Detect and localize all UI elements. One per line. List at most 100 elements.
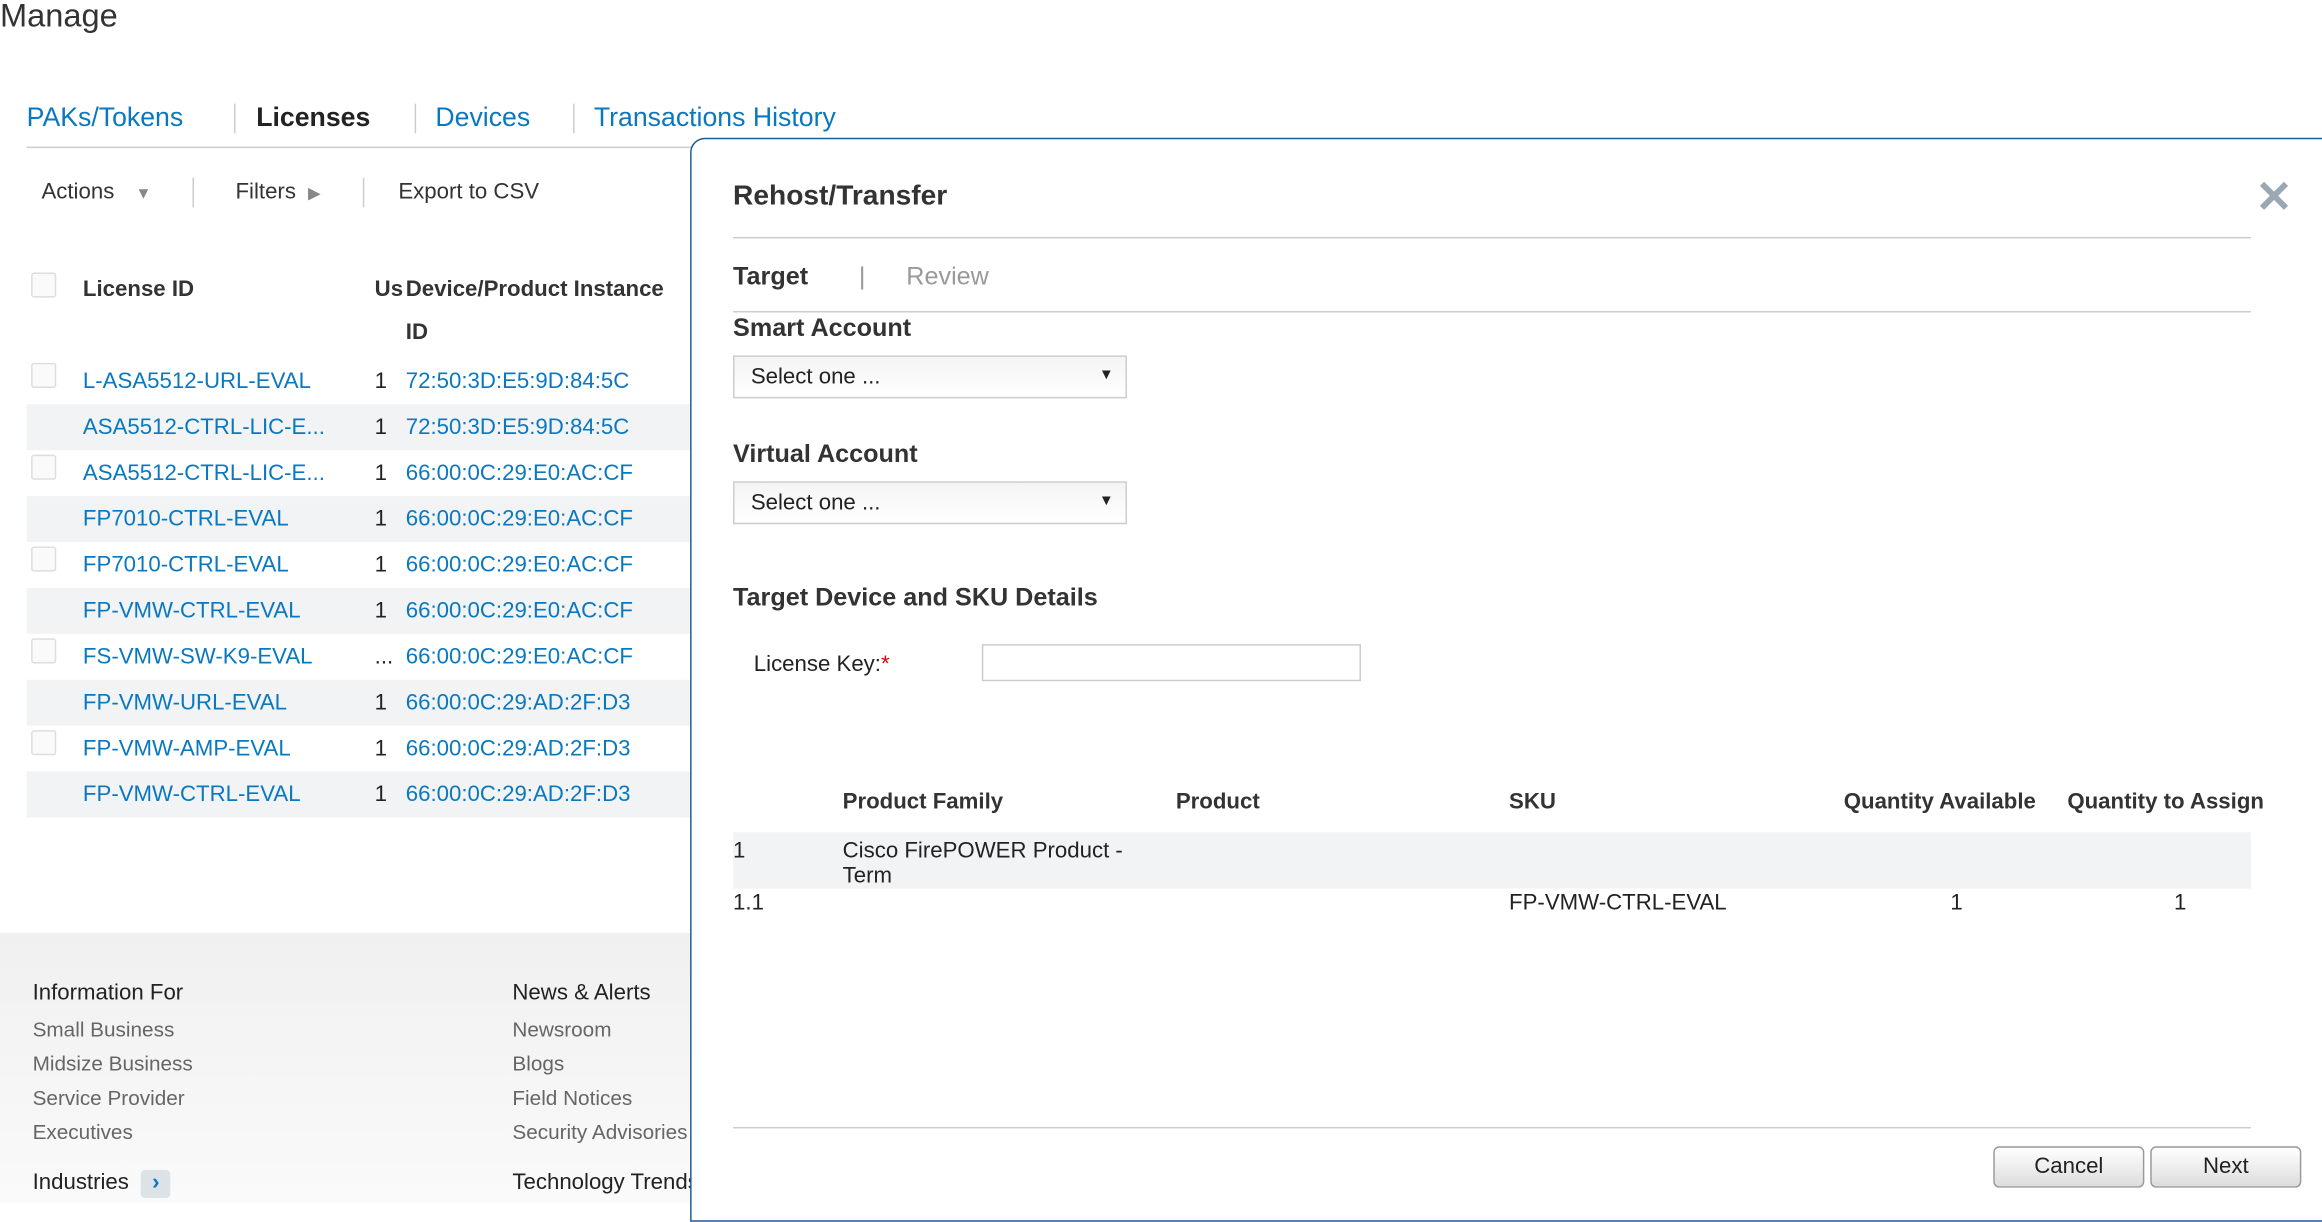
divider <box>192 177 194 208</box>
tab-licenses[interactable]: Licenses <box>256 102 370 133</box>
label-text: License Key: <box>753 651 881 677</box>
divider <box>733 310 2251 313</box>
dialog-title: Rehost/Transfer <box>733 180 948 212</box>
column-quantity-to-assign: Quantity to Assign <box>2067 789 2264 815</box>
table-row: FP-VMW-AMP-EVAL 1 66:00:0C:29:AD:2F:D3 <box>27 726 693 772</box>
footer-link[interactable]: Field Notices <box>512 1085 632 1109</box>
footer-link[interactable]: Blogs <box>512 1051 564 1075</box>
table-row: FP-VMW-CTRL-EVAL 1 66:00:0C:29:AD:2F:D3 <box>26 771 694 818</box>
device-id-link[interactable]: 66:00:0C:29:E0:AC:CF <box>406 506 633 531</box>
device-id-link[interactable]: 66:00:0C:29:AD:2F:D3 <box>406 782 631 807</box>
table-row: ASA5512-CTRL-LIC-E... 1 72:50:3D:E5:9D:84:… <box>26 404 694 451</box>
select-value: Select one ... <box>750 364 881 390</box>
device-id-link[interactable]: 66:00:0C:29:E0:AC:CF <box>406 461 633 486</box>
industries-label: Industries <box>32 1169 129 1196</box>
footer-link[interactable]: Small Business <box>33 1017 175 1041</box>
device-id-link[interactable]: 66:00:0C:29:AD:2F:D3 <box>406 690 631 715</box>
tab-paks-tokens[interactable]: PAKs/Tokens <box>27 102 184 133</box>
device-id-link[interactable]: 66:00:0C:29:E0:AC:CF <box>406 644 633 669</box>
usage-count: 1 <box>374 368 388 394</box>
usage-count: 1 <box>374 552 388 578</box>
table-row: FP7010-CTRL-EVAL 1 66:00:0C:29:E0:AC:CF <box>26 496 694 543</box>
device-id-link[interactable]: 66:00:0C:29:E0:AC:CF <box>406 598 633 623</box>
device-id-link[interactable]: 72:50:3D:E5:9D:84:5C <box>406 415 630 440</box>
column-quantity-available: Quantity Available <box>1843 789 2036 815</box>
device-id-link[interactable]: 72:50:3D:E5:9D:84:5C <box>406 369 630 394</box>
license-id-link[interactable]: FP-VMW-CTRL-EVAL <box>83 782 301 807</box>
license-id-link[interactable]: FP7010-CTRL-EVAL <box>83 552 289 577</box>
license-id-link[interactable]: ASA5512-CTRL-LIC-E... <box>83 461 325 486</box>
step-review[interactable]: Review <box>906 262 989 292</box>
license-id-link[interactable]: FP-VMW-CTRL-EVAL <box>83 598 301 623</box>
virtual-account-select[interactable]: Select one ... ▼ <box>733 481 1127 525</box>
step-target[interactable]: Target <box>733 262 808 292</box>
rehost-transfer-dialog: Rehost/Transfer ✕ Target | Review Smart … <box>690 137 2322 1222</box>
virtual-account-label: Virtual Account <box>733 439 918 468</box>
select-all-checkbox[interactable] <box>31 272 57 298</box>
footer-technology-trends[interactable]: Technology Trends <box>512 1170 698 1195</box>
usage-count: 1 <box>374 736 388 762</box>
column-product-family: Product Family <box>842 789 1004 815</box>
footer: Information For Small Business Midsize B… <box>0 932 699 1203</box>
license-id-link[interactable]: L-ASA5512-URL-EVAL <box>83 369 311 394</box>
license-id-link[interactable]: ASA5512-CTRL-LIC-E... <box>83 415 325 440</box>
divider <box>362 177 365 208</box>
sku: FP-VMW-CTRL-EVAL <box>1509 890 1727 916</box>
license-key-label: License Key:* <box>754 652 890 677</box>
table-row: FS-VMW-SW-K9-EVAL... 66:00:0C:29:E0:AC:CF <box>27 634 693 680</box>
footer-link[interactable]: Security Advisories <box>512 1120 687 1144</box>
footer-heading: Information For <box>32 980 184 1006</box>
table-row: FP7010-CTRL-EVAL 1 66:00:0C:29:E0:AC:CF <box>27 542 693 588</box>
footer-link[interactable]: Service Provider <box>33 1085 185 1109</box>
license-id-link[interactable]: FP7010-CTRL-EVAL <box>83 506 289 531</box>
tab-devices[interactable]: Devices <box>435 102 530 133</box>
table-row: 1 Cisco FirePOWER Product - Term <box>733 832 2251 889</box>
license-id-link[interactable]: FS-VMW-SW-K9-EVAL <box>83 644 313 669</box>
quantity-available: 1 <box>1950 890 1963 916</box>
export-csv-button[interactable]: Export to CSV <box>398 179 539 204</box>
column-license-id[interactable]: License ID <box>83 277 194 302</box>
usage-count: 1 <box>374 690 388 716</box>
close-icon[interactable]: ✕ <box>2255 172 2292 224</box>
tab-divider <box>26 146 708 149</box>
device-id-link[interactable]: 66:00:0C:29:E0:AC:CF <box>406 552 633 577</box>
usage-count: ... <box>374 644 394 670</box>
next-button[interactable]: Next <box>2150 1146 2302 1188</box>
quantity-to-assign: 1 <box>2173 890 2187 916</box>
divider <box>733 1126 2251 1129</box>
column-product: Product <box>1175 789 1260 815</box>
column-device[interactable]: Device/Product Instance <box>406 277 664 302</box>
actions-menu[interactable]: Actions ▼ <box>41 179 151 204</box>
chevron-right-icon: › <box>141 1169 171 1199</box>
table-row: L-ASA5512-URL-EVAL 1 72:50:3D:E5:9D:84:5C <box>27 358 693 404</box>
divider <box>573 103 575 134</box>
column-us[interactable]: Us <box>375 277 403 302</box>
filters-toggle[interactable]: Filters ▶ <box>235 179 320 204</box>
divider <box>233 103 236 134</box>
row-number: 1.1 <box>733 890 764 916</box>
license-id-link[interactable]: FP-VMW-URL-EVAL <box>83 690 287 715</box>
smart-account-select[interactable]: Select one ... ▼ <box>733 355 1127 399</box>
usage-count: 1 <box>374 598 388 624</box>
device-id-link[interactable]: 66:00:0C:29:AD:2F:D3 <box>406 736 631 761</box>
footer-link[interactable]: Executives <box>33 1120 133 1144</box>
divider <box>414 103 417 134</box>
license-id-link[interactable]: FP-VMW-AMP-EVAL <box>83 736 291 761</box>
smart-account-label: Smart Account <box>733 313 912 343</box>
footer-link[interactable]: Midsize Business <box>33 1051 193 1075</box>
dropdown-arrow-icon: ▼ <box>1098 367 1114 384</box>
footer-link[interactable]: Newsroom <box>512 1017 611 1041</box>
cancel-button[interactable]: Cancel <box>1993 1146 2145 1188</box>
table-row: 1.1 FP-VMW-CTRL-EVAL 1 1 <box>733 889 2251 928</box>
table-row: ASA5512-CTRL-LIC-E... 1 66:00:0C:29:E0:AC:… <box>27 450 693 496</box>
page-title: Manage <box>0 0 118 35</box>
divider <box>733 236 2251 239</box>
license-key-input[interactable] <box>981 644 1361 682</box>
page: Manage PAKs/Tokens Licenses Devices Tran… <box>0 0 2322 1222</box>
table-row: FP-VMW-URL-EVAL 1 66:00:0C:29:AD:2F:D3 <box>26 679 694 726</box>
usage-count: 1 <box>374 460 388 486</box>
tab-transactions-history[interactable]: Transactions History <box>594 102 836 133</box>
product-family-line2: Term <box>842 863 893 889</box>
select-value: Select one ... <box>750 490 881 516</box>
footer-industries[interactable]: Industries › <box>32 1169 171 1199</box>
